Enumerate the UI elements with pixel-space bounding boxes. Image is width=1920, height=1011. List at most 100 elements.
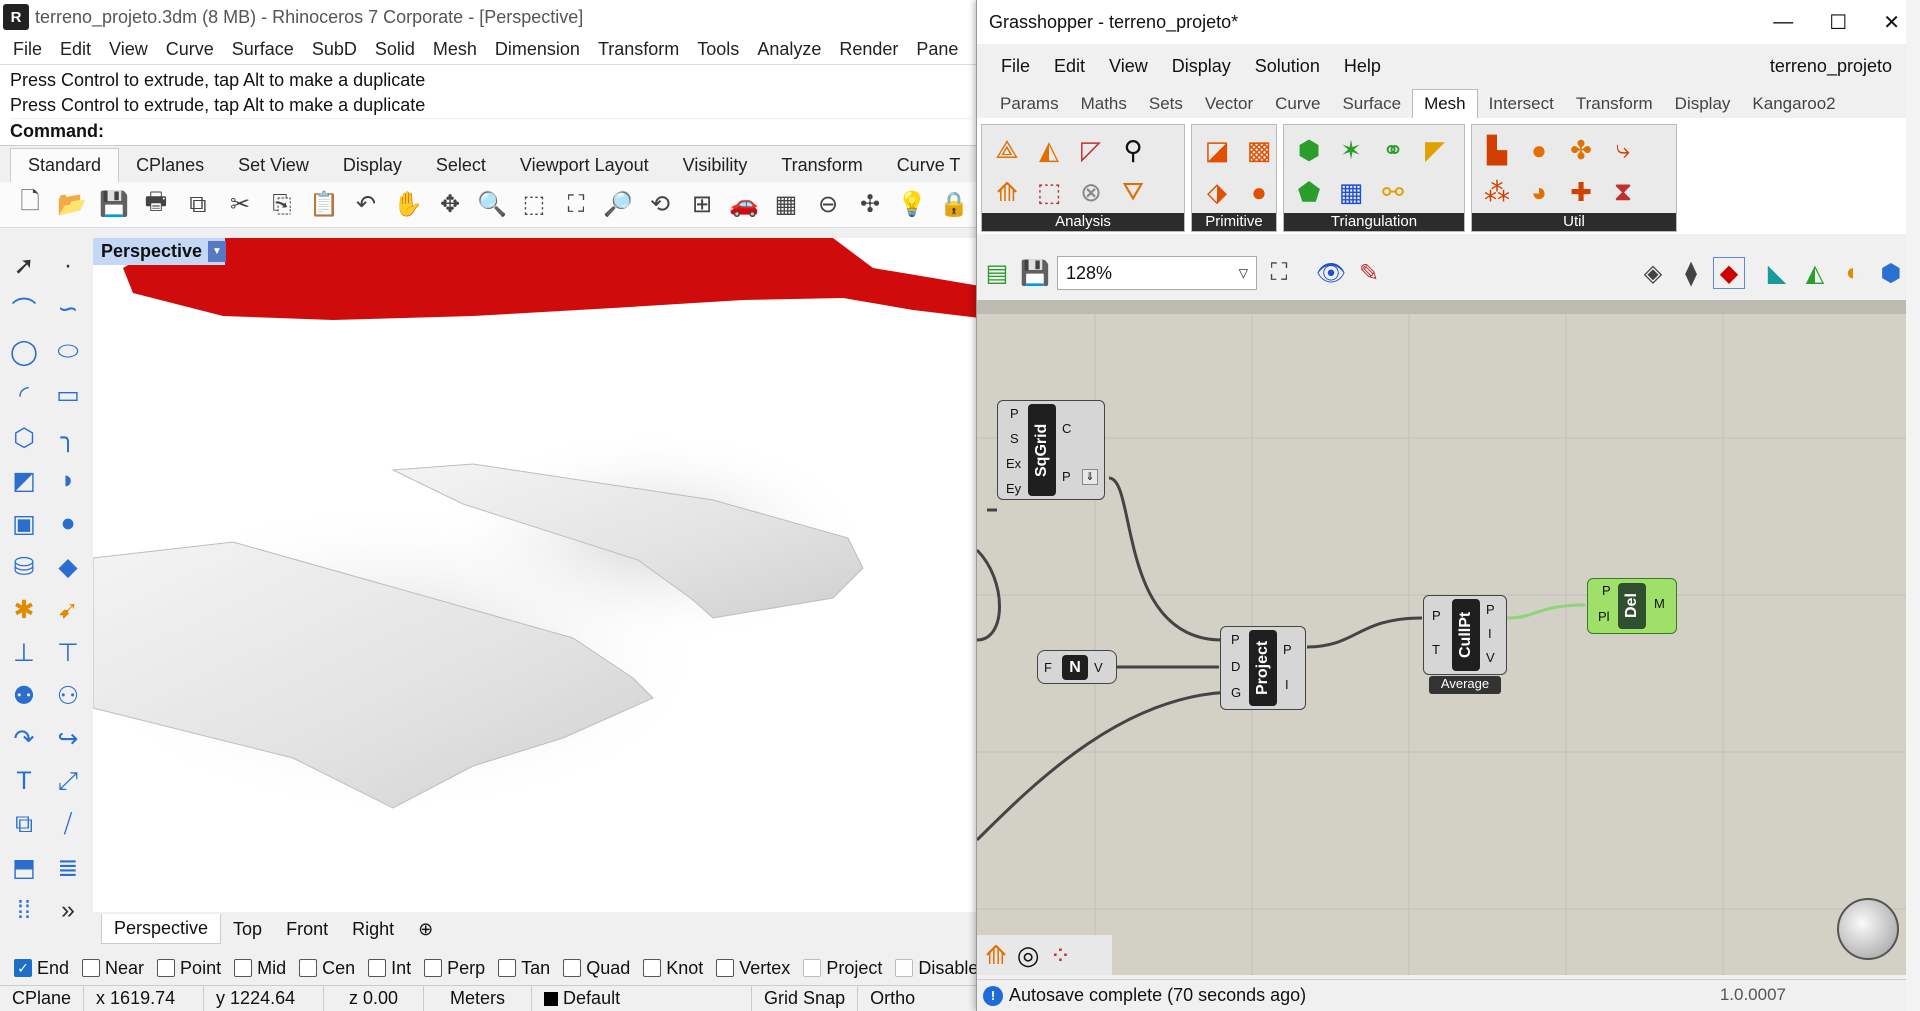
- menu-item-subd[interactable]: SubD: [303, 39, 366, 60]
- new-file-icon[interactable]: 🗋: [14, 188, 46, 221]
- viewport-tab-front[interactable]: Front: [274, 919, 340, 940]
- tab-select[interactable]: Select: [419, 149, 503, 182]
- input-pin[interactable]: P: [1602, 583, 1611, 598]
- substrate-icon[interactable]: ◤: [1414, 129, 1456, 171]
- viewport-tab-top[interactable]: Top: [221, 919, 274, 940]
- tab-curve-t[interactable]: Curve T: [880, 149, 978, 182]
- preview-wireframe-icon[interactable]: ◈: [1637, 257, 1669, 289]
- mesh-plane-icon[interactable]: ◆: [46, 545, 90, 588]
- export-icon[interactable]: ⧉: [182, 189, 214, 221]
- cullpt-component[interactable]: CullPt P T P I V: [1423, 595, 1507, 675]
- gh-menu-item-view[interactable]: View: [1097, 56, 1160, 77]
- input-pin[interactable]: S: [1010, 431, 1019, 446]
- maximize-icon[interactable]: ☐: [1829, 10, 1847, 35]
- preview-shaded-icon[interactable]: ⧫: [1675, 257, 1707, 289]
- menu-item-mesh[interactable]: Mesh: [424, 39, 486, 60]
- checkbox[interactable]: [643, 959, 662, 977]
- point-icon[interactable]: ·: [46, 244, 90, 287]
- gh-menu-item-help[interactable]: Help: [1332, 56, 1393, 77]
- cplane-label[interactable]: CPlane: [0, 986, 85, 1011]
- cylinder-icon[interactable]: ⛁: [2, 545, 46, 588]
- split-icon[interactable]: ⊥: [2, 631, 46, 674]
- convex-hull-icon[interactable]: ⬟: [1288, 171, 1330, 213]
- zoom-extents-icon[interactable]: ⛶: [560, 189, 592, 221]
- mesh-surface-icon[interactable]: ●: [1518, 129, 1560, 171]
- mirror-icon[interactable]: ⧸: [46, 803, 90, 846]
- face-boundaries-icon[interactable]: ⬚: [1028, 171, 1070, 213]
- tab-viewport-layout[interactable]: Viewport Layout: [503, 149, 666, 182]
- input-pin[interactable]: Pl: [1598, 609, 1610, 624]
- gh-tab-surface[interactable]: Surface: [1331, 90, 1412, 118]
- open-folder-icon[interactable]: 📂: [56, 189, 88, 221]
- checkbox[interactable]: [424, 959, 443, 977]
- gh-menu-item-file[interactable]: File: [989, 56, 1042, 77]
- analyze-icon[interactable]: ⬒: [2, 846, 46, 889]
- proximity-icon[interactable]: ⚭: [1372, 129, 1414, 171]
- mesh-smooth-icon[interactable]: ◕: [1518, 171, 1560, 213]
- save-file-icon[interactable]: 💾: [1019, 257, 1051, 289]
- rectangle-icon[interactable]: ▭: [46, 373, 90, 416]
- osnap-cen[interactable]: Cen: [299, 958, 355, 979]
- more-tools-icon[interactable]: »: [46, 889, 90, 932]
- document-name[interactable]: terreno_projeto: [1770, 50, 1892, 82]
- checkbox[interactable]: [716, 959, 735, 977]
- deconstruct-mesh-icon[interactable]: ⟁: [986, 129, 1028, 171]
- mesh-plane-icon[interactable]: ▩: [1238, 129, 1280, 171]
- menu-item-dimension[interactable]: Dimension: [486, 39, 589, 60]
- contour-icon[interactable]: ≣: [46, 846, 90, 889]
- gh-menu-item-edit[interactable]: Edit: [1042, 56, 1097, 77]
- text-icon[interactable]: T: [2, 760, 46, 803]
- tab-set-view[interactable]: Set View: [221, 149, 326, 182]
- trim-icon[interactable]: ⊤: [46, 631, 90, 674]
- mesh-box-icon[interactable]: ◪: [1196, 129, 1238, 171]
- tab-visibility[interactable]: Visibility: [666, 149, 765, 182]
- osnap-knot[interactable]: Knot: [643, 958, 703, 979]
- zoom-window-icon[interactable]: ⬚: [518, 189, 550, 221]
- osnap-disable[interactable]: Disable: [895, 958, 978, 979]
- lock-icon[interactable]: 🔒: [938, 189, 970, 221]
- zoom-select[interactable]: 128% ▽: [1057, 256, 1257, 290]
- viewport-tab-right[interactable]: Right: [340, 919, 406, 940]
- facet-dome-icon[interactable]: ✶: [1330, 129, 1372, 171]
- loft-icon[interactable]: ◗: [46, 459, 90, 502]
- mesh-sphere-icon[interactable]: ⬗: [1196, 171, 1238, 213]
- light-bulb-icon[interactable]: 💡: [896, 189, 928, 221]
- gh-tab-intersect[interactable]: Intersect: [1478, 90, 1565, 118]
- input-pin[interactable]: P: [1432, 608, 1441, 623]
- input-pin[interactable]: G: [1231, 685, 1241, 700]
- osnap-tan[interactable]: Tan: [498, 958, 550, 979]
- checkbox[interactable]: [563, 959, 582, 977]
- output-pin[interactable]: M: [1654, 596, 1665, 611]
- output-pin[interactable]: P: [1062, 469, 1071, 484]
- output-pin[interactable]: I: [1285, 677, 1289, 692]
- gh-tab-kangaroo2[interactable]: Kangaroo2: [1741, 90, 1846, 118]
- delaunay-mesh-component[interactable]: P Pl Del M: [1587, 578, 1677, 634]
- perspective-viewport[interactable]: [93, 238, 980, 912]
- box-icon[interactable]: ▣: [2, 502, 46, 545]
- menu-item-view[interactable]: View: [100, 39, 157, 60]
- boolean-split-icon[interactable]: ⚇: [46, 674, 90, 717]
- ellipse-icon[interactable]: ⬭: [46, 330, 90, 373]
- input-pin[interactable]: P: [1231, 632, 1240, 647]
- markov-icon[interactable]: ⁘: [1049, 940, 1071, 971]
- unit-z-component[interactable]: F N V: [1037, 650, 1117, 684]
- grid-snap-toggle[interactable]: Grid Snap: [752, 986, 859, 1011]
- select-arrow-icon[interactable]: ➚: [2, 244, 46, 287]
- menu-item-analyze[interactable]: Analyze: [748, 39, 830, 60]
- snap-icon[interactable]: ⊖: [812, 189, 844, 221]
- minimize-icon[interactable]: —: [1773, 11, 1793, 34]
- checkbox[interactable]: [82, 959, 101, 977]
- preview-selected-icon[interactable]: ◆: [1713, 257, 1745, 289]
- gh-tab-transform[interactable]: Transform: [1565, 90, 1664, 118]
- output-pin[interactable]: I: [1488, 626, 1492, 641]
- save-icon[interactable]: 💾: [98, 189, 130, 221]
- face-normals-icon[interactable]: ◸: [1070, 129, 1112, 171]
- checkbox[interactable]: [299, 959, 318, 977]
- input-pin[interactable]: Ey: [1006, 481, 1021, 496]
- sketch-pen-icon[interactable]: ✎: [1353, 257, 1385, 289]
- command-prompt[interactable]: Command:: [10, 118, 970, 144]
- checkbox[interactable]: [368, 959, 387, 977]
- gh-tab-maths[interactable]: Maths: [1070, 90, 1138, 118]
- mesh-clean-icon[interactable]: ⧗: [1602, 171, 1644, 213]
- polyline-icon[interactable]: ⌒: [2, 287, 46, 330]
